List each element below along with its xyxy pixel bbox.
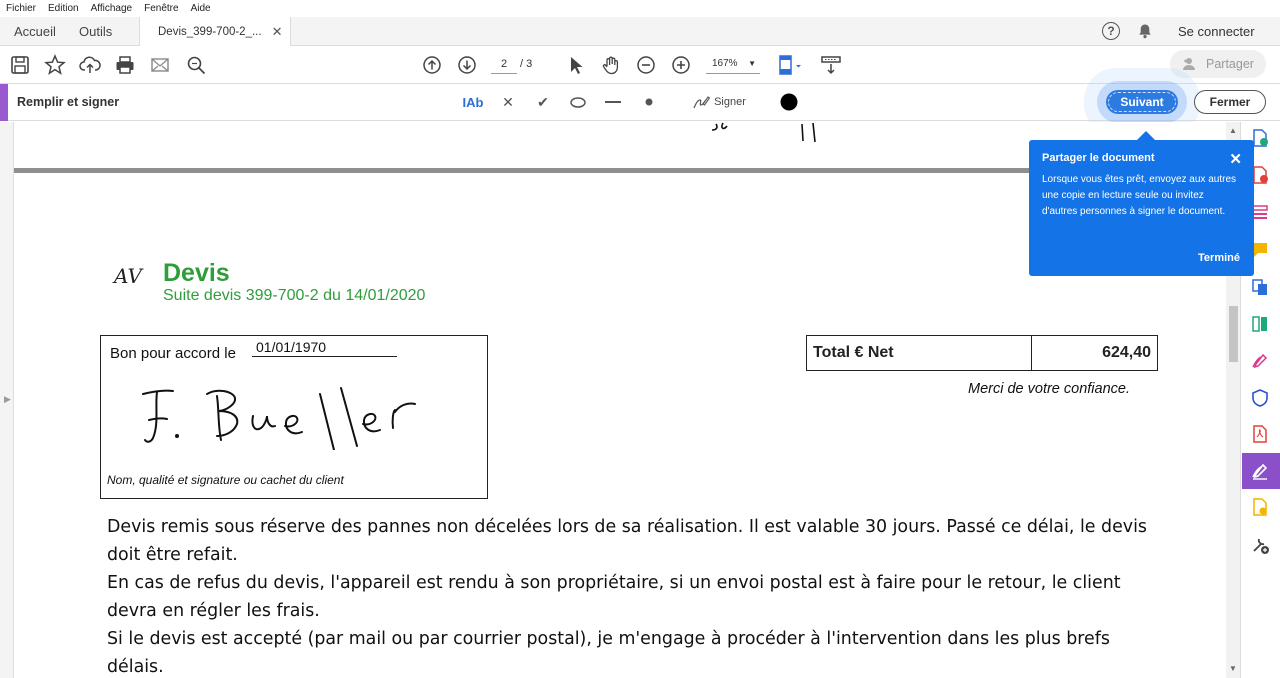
mail-icon[interactable] [149, 54, 171, 76]
acrobat-pdf-icon[interactable] [1250, 424, 1270, 444]
terms-paragraph-acceptance: Si le devis est accepté (par mail ou par… [107, 629, 1110, 677]
document-subtitle: Suite devis 399-700-2 du 14/01/2020 [163, 287, 426, 304]
tab-document-label: Devis_399-700-2_... [158, 26, 262, 38]
dot-tool-icon[interactable] [640, 92, 658, 112]
done-button[interactable]: Terminé [1198, 252, 1240, 264]
popover-title: Partager le document [1042, 152, 1155, 164]
menu-bar: Fichier Edition Affichage Fenêtre Aide [0, 0, 1280, 17]
close-tab-icon[interactable]: ✕ [272, 24, 283, 40]
scroll-thumb[interactable] [1229, 306, 1238, 362]
circle-tool-icon[interactable] [569, 92, 587, 112]
tab-home[interactable]: Accueil [14, 17, 56, 46]
menu-edition[interactable]: Edition [48, 3, 79, 14]
star-icon[interactable] [44, 54, 66, 76]
approval-label: Bon pour accord le [110, 345, 236, 362]
zoom-in-icon[interactable] [670, 54, 692, 76]
next-page-icon[interactable] [456, 54, 478, 76]
close-button[interactable]: Fermer [1194, 90, 1266, 114]
tab-bar: Accueil Outils Devis_399-700-2_... ✕ [0, 17, 1280, 47]
menu-fichier[interactable]: Fichier [6, 3, 36, 14]
zoom-out-icon[interactable] [635, 54, 657, 76]
previous-page-handwriting [711, 122, 816, 143]
organize-pages-icon[interactable] [1250, 314, 1270, 334]
next-button[interactable]: Suivant [1106, 90, 1178, 114]
close-popover-icon[interactable]: ✕ [1229, 150, 1242, 168]
approval-date-field[interactable]: 01/01/1970 [252, 339, 397, 357]
total-table: Total € Net 624,40 [806, 335, 1158, 371]
sign-label: Signer [714, 96, 746, 108]
add-user-icon [1183, 58, 1195, 70]
terms-paragraph-validity: Devis remis sous réserve des pannes non … [107, 517, 1147, 565]
zoom-value: 167% [712, 58, 738, 69]
send-for-review-icon[interactable] [1250, 497, 1270, 517]
request-signature-icon[interactable] [1250, 351, 1270, 371]
read-mode-icon[interactable] [820, 54, 842, 76]
menu-fenetre[interactable]: Fenêtre [144, 3, 178, 14]
previous-page-icon[interactable] [421, 54, 443, 76]
zoom-select[interactable]: 167% ▼ [706, 54, 760, 74]
menu-affichage[interactable]: Affichage [91, 3, 133, 14]
scroll-down-icon[interactable]: ▼ [1229, 664, 1237, 673]
search-icon[interactable] [185, 54, 207, 76]
save-icon[interactable] [9, 54, 31, 76]
tab-tools[interactable]: Outils [79, 17, 112, 46]
fill-sign-accent [0, 84, 8, 121]
page-total: / 3 [520, 58, 533, 70]
color-picker-icon[interactable] [779, 92, 799, 112]
share-label: Partager [1206, 57, 1254, 71]
share-button[interactable]: Partager [1170, 50, 1266, 78]
print-icon[interactable] [114, 54, 136, 76]
combine-files-icon[interactable] [1250, 277, 1270, 297]
sign-in-link[interactable]: Se connecter [1178, 24, 1255, 39]
terms-paragraph-refusal: En cas de refus du devis, l'appareil est… [107, 573, 1121, 621]
menu-aide[interactable]: Aide [191, 3, 211, 14]
chevron-down-icon: ▼ [748, 59, 756, 68]
help-icon[interactable]: ? [1102, 22, 1120, 40]
hand-tool-icon[interactable] [600, 54, 622, 76]
total-value: 624,40 [1102, 344, 1151, 361]
signature-box: Bon pour accord le 01/01/1970 Nom, quali… [100, 335, 488, 499]
total-label: Total € Net [807, 336, 1032, 370]
add-text-tool[interactable]: IAb [461, 92, 485, 112]
pen-icon [693, 96, 711, 109]
page-number-input[interactable]: 2 [491, 54, 517, 74]
sign-tool[interactable]: Signer [690, 92, 748, 112]
select-cursor-icon[interactable] [565, 54, 587, 76]
scroll-up-icon[interactable]: ▲ [1229, 126, 1237, 135]
cloud-upload-icon[interactable] [79, 54, 101, 76]
document-title: Devis [163, 259, 230, 287]
bell-icon[interactable] [1137, 23, 1153, 39]
more-tools-icon[interactable] [1250, 535, 1270, 555]
share-document-popover: Partager le document Lorsque vous êtes p… [1029, 131, 1254, 276]
expand-panel-icon[interactable]: ▶ [4, 394, 11, 405]
fill-sign-tool-icon[interactable] [1250, 461, 1270, 481]
page-fit-icon[interactable] [777, 54, 805, 76]
left-panel-collapsed[interactable]: ▶ [0, 122, 14, 678]
checkmark-tool-icon[interactable]: ✔ [534, 92, 552, 112]
thanks-text: Merci de votre confiance. [968, 381, 1130, 397]
company-logo: AV [114, 264, 142, 288]
cross-tool-icon[interactable]: ✕ [499, 92, 517, 112]
handwritten-signature [142, 387, 416, 450]
fill-sign-title: Remplir et signer [17, 95, 120, 109]
terms-text: Devis remis sous réserve des pannes non … [107, 513, 1147, 678]
line-tool-icon[interactable] [604, 92, 622, 112]
popover-body: Lorsque vous êtes prêt, envoyez aux autr… [1042, 174, 1237, 217]
tab-document[interactable]: Devis_399-700-2_... ✕ [139, 17, 292, 47]
protect-shield-icon[interactable] [1250, 388, 1270, 408]
signature-caption: Nom, qualité et signature ou cachet du c… [107, 473, 344, 487]
